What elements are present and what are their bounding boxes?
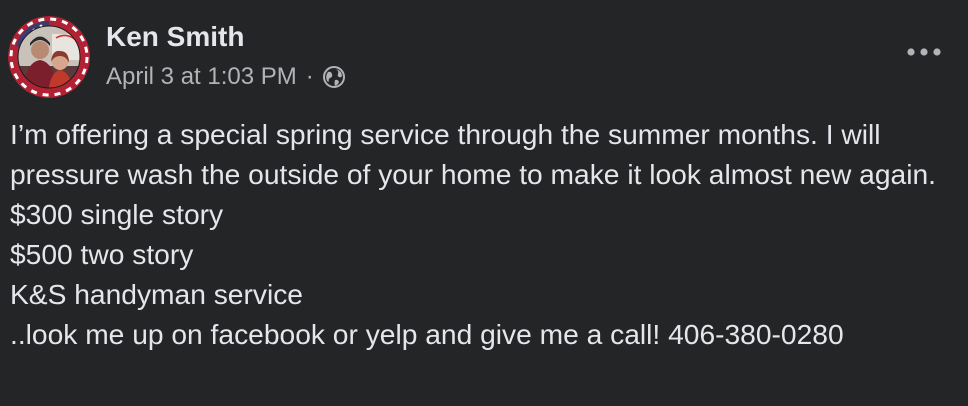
post-body-text: I’m offering a special spring service th…: [10, 118, 936, 350]
meta-separator: ·: [305, 63, 314, 90]
author-name[interactable]: Ken Smith: [106, 20, 244, 54]
globe-icon[interactable]: [322, 65, 346, 89]
avatar-image: [8, 16, 90, 98]
profile-avatar[interactable]: [8, 16, 90, 98]
facebook-post: Ken Smith April 3 at 1:03 PM · I’m offer…: [0, 0, 968, 406]
more-options-icon: [907, 48, 941, 56]
post-meta: April 3 at 1:03 PM ·: [106, 62, 346, 92]
more-options-button[interactable]: [900, 38, 948, 66]
post-timestamp[interactable]: April 3 at 1:03 PM: [106, 63, 297, 91]
